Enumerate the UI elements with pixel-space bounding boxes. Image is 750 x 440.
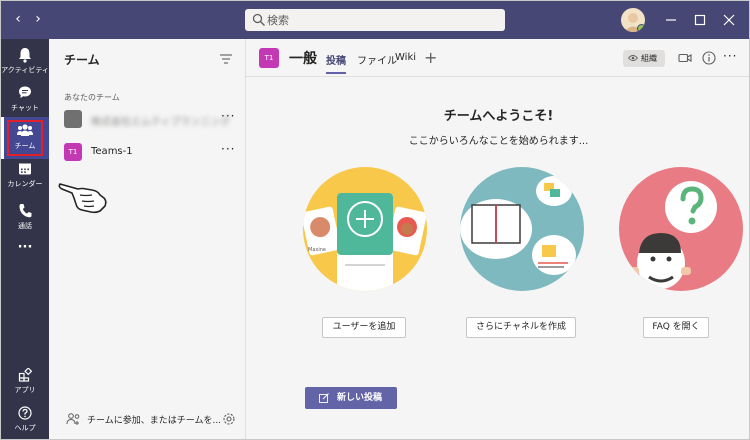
team-more-button[interactable]: ··· xyxy=(221,142,235,156)
faq-illustration xyxy=(619,167,743,291)
rail-item-calendar[interactable]: カレンダー xyxy=(1,155,49,197)
people-cards-icon xyxy=(303,193,427,291)
section-label: あなたのチーム xyxy=(64,93,120,102)
maximize-icon[interactable] xyxy=(691,11,709,29)
apps-icon xyxy=(18,368,32,382)
join-team-label: チームに参加、またはチームを... xyxy=(87,416,222,426)
team-row[interactable]: T1 Teams-1 ··· xyxy=(49,138,245,168)
title-bar: ‹ › xyxy=(1,1,749,39)
meet-camera-icon[interactable] xyxy=(678,51,692,65)
rail-label: 通話 xyxy=(18,222,32,230)
channels-illustration xyxy=(460,167,584,291)
avatar[interactable] xyxy=(621,8,645,32)
team-tile xyxy=(64,110,82,128)
rail-label: アプリ xyxy=(14,386,36,394)
calendar-icon xyxy=(19,163,31,175)
search-box[interactable] xyxy=(245,9,505,31)
channel-tile: T1 xyxy=(259,48,279,68)
more-icon: ··· xyxy=(17,240,33,255)
join-team-icon xyxy=(66,413,80,425)
back-arrow-icon[interactable]: ‹ xyxy=(9,10,27,28)
close-icon[interactable] xyxy=(720,11,738,29)
team-tile: T1 xyxy=(64,143,82,161)
tab-wiki[interactable]: Wiki xyxy=(395,52,416,63)
compose-icon xyxy=(319,393,329,403)
rail-label: ヘルプ xyxy=(14,424,36,432)
channel-header: T1 一般 投稿 ファイル Wiki + 組織 ··· xyxy=(246,39,749,77)
rail-item-activity[interactable]: アクティビティ xyxy=(1,41,49,83)
minimize-icon[interactable] xyxy=(662,11,680,29)
rail-item-chat[interactable]: チャット xyxy=(1,79,49,121)
team-name: 株式会社エムティプランニング xyxy=(91,117,231,128)
team-row[interactable]: 株式会社エムティプランニング ··· xyxy=(49,105,245,135)
gear-icon[interactable] xyxy=(222,412,236,426)
add-user-button[interactable]: ユーザーを追加 xyxy=(322,317,406,338)
team-more-button[interactable]: ··· xyxy=(221,109,235,123)
new-post-button[interactable]: 新しい投稿 xyxy=(305,387,397,409)
help-icon xyxy=(18,406,32,420)
add-users-illustration: Maxine xyxy=(303,167,427,291)
teams-panel: チーム あなたのチーム 株式会社エムティプランニング ··· T1 Teams-… xyxy=(49,39,246,439)
rail-label: アクティビティ xyxy=(1,66,49,74)
presence-status-icon xyxy=(637,24,645,32)
forward-arrow-icon[interactable]: › xyxy=(29,10,47,28)
search-input[interactable] xyxy=(267,11,497,29)
org-button[interactable]: 組織 xyxy=(623,50,665,67)
channel-main: T1 一般 投稿 ファイル Wiki + 組織 ··· チームへようこそ! ここ… xyxy=(246,39,749,439)
rail-item-help[interactable]: ヘルプ xyxy=(1,399,49,439)
panel-title: チーム xyxy=(64,53,100,67)
rail-item-apps[interactable]: アプリ xyxy=(1,361,49,403)
new-post-label: 新しい投稿 xyxy=(337,393,383,403)
tab-files[interactable]: ファイル xyxy=(357,52,397,67)
chat-icon xyxy=(19,86,31,98)
bell-icon xyxy=(19,48,31,63)
info-icon[interactable] xyxy=(702,51,716,65)
header-more-button[interactable]: ··· xyxy=(723,49,737,63)
team-name: Teams-1 xyxy=(91,146,133,157)
org-label: 組織 xyxy=(641,54,657,63)
channel-name: 一般 xyxy=(289,51,317,67)
rail-label: チャット xyxy=(11,104,39,112)
book-notes-icon xyxy=(460,176,576,275)
teams-window: ‹ › アクティビティ チャット チーム カレンダー xyxy=(0,0,750,440)
create-channel-button[interactable]: さらにチャネルを作成 xyxy=(466,317,576,338)
rail-more-button[interactable]: ··· xyxy=(1,237,49,263)
welcome-title: チームへようこそ! xyxy=(443,109,554,124)
add-tab-button[interactable]: + xyxy=(424,48,437,67)
pointing-hand-icon xyxy=(58,183,107,214)
faq-person-icon xyxy=(629,181,717,289)
rail-label: カレンダー xyxy=(7,180,43,188)
search-icon xyxy=(252,13,265,26)
rail-item-calls[interactable]: 通話 xyxy=(1,197,49,239)
welcome-subtitle: ここからいろんなことを始められます... xyxy=(408,136,589,147)
tab-posts[interactable]: 投稿 xyxy=(326,52,346,74)
open-faq-button[interactable]: FAQ を開く xyxy=(643,317,709,338)
filter-icon[interactable] xyxy=(219,53,233,65)
app-rail: アクティビティ チャット チーム カレンダー 通話 ··· アプリ ヘルプ xyxy=(1,39,49,439)
join-create-team[interactable]: チームに参加、またはチームを... xyxy=(49,401,245,439)
eye-icon xyxy=(628,55,638,61)
calendar-highlight-box xyxy=(7,120,43,156)
person-label: Maxine xyxy=(308,247,326,253)
phone-icon xyxy=(19,204,32,218)
